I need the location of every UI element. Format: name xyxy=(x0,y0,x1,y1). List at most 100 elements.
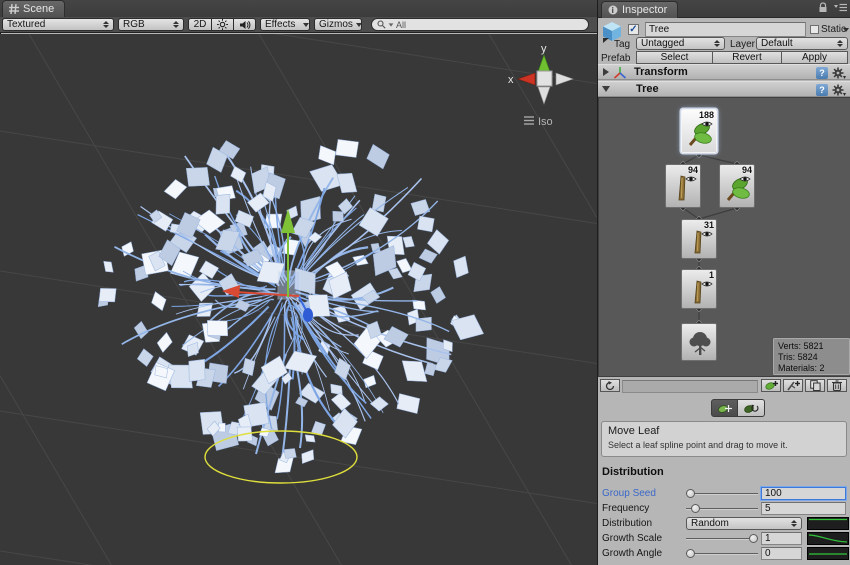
scene-viewport[interactable]: y x Iso xyxy=(0,34,597,565)
transform-component-header[interactable]: Transform ? xyxy=(598,64,850,80)
static-checkbox[interactable] xyxy=(810,25,819,34)
layer-dropdown[interactable]: Default xyxy=(756,37,848,50)
tab-scene[interactable]: Scene xyxy=(2,0,65,17)
gear-icon[interactable] xyxy=(832,84,846,96)
add-branch-group-button[interactable] xyxy=(783,379,803,392)
tool-help-title: Move Leaf xyxy=(608,425,840,437)
tris-stat: Tris: 5824 xyxy=(778,352,849,363)
svg-text:i: i xyxy=(612,6,614,15)
tag-label: Tag xyxy=(614,39,630,50)
node-count-badge: 188 xyxy=(699,110,714,120)
prefab-label: Prefab xyxy=(601,53,630,64)
prefab-revert-button[interactable]: Revert xyxy=(712,51,782,64)
tab-inspector[interactable]: i Inspector xyxy=(601,1,678,18)
effects-dropdown[interactable]: Effects xyxy=(260,18,310,31)
gizmos-dropdown[interactable]: Gizmos xyxy=(314,18,362,31)
lock-icon[interactable] xyxy=(818,2,828,13)
tree-title: Tree xyxy=(636,83,659,95)
node-count-badge: 94 xyxy=(688,165,698,175)
toggle-2d-button[interactable]: 2D xyxy=(188,18,212,31)
growth-scale-slider[interactable] xyxy=(686,532,758,545)
frequency-label: Frequency xyxy=(602,503,649,514)
add-branch-icon xyxy=(787,380,800,391)
slider-handle[interactable] xyxy=(686,549,695,558)
refresh-button[interactable] xyxy=(600,379,620,392)
tree-node-root[interactable] xyxy=(681,323,717,361)
foldout-expanded-icon[interactable] xyxy=(602,86,610,92)
slider-handle[interactable] xyxy=(691,504,700,513)
help-icon[interactable]: ? xyxy=(816,84,828,96)
visibility-eye-icon[interactable] xyxy=(701,280,713,288)
right-axis-cone[interactable] xyxy=(556,73,573,85)
node-connectors xyxy=(599,98,850,376)
axis-y-label: y xyxy=(541,43,547,55)
projection-label[interactable]: Iso xyxy=(538,116,553,128)
gameobject-name-field[interactable]: Tree xyxy=(645,22,806,37)
growth-angle-label: Growth Angle xyxy=(602,548,662,559)
tree-node-branch-group[interactable]: 94 xyxy=(665,164,701,208)
node-count-badge: 94 xyxy=(742,165,752,175)
growth-scale-label: Growth Scale xyxy=(602,533,662,544)
growth-angle-field[interactable]: 0 xyxy=(761,547,802,560)
distribution-curve-preview[interactable] xyxy=(807,517,849,530)
slider-handle[interactable] xyxy=(686,489,695,498)
tree-node-branch-group[interactable]: 1 xyxy=(681,269,717,309)
iso-menu-icon xyxy=(524,117,534,124)
tree-node-branch-group[interactable]: 31 xyxy=(681,219,717,259)
materials-stat: Materials: 2 xyxy=(778,363,849,374)
visibility-eye-icon[interactable] xyxy=(739,175,751,183)
tree-node-leaf-group[interactable]: 188 xyxy=(681,109,717,153)
scene-toolbar: Textured RGB 2D xyxy=(0,17,597,33)
gear-icon[interactable] xyxy=(832,67,846,79)
mesh-stats-box: Verts: 5821 Tris: 5824 Materials: 2 xyxy=(773,338,850,375)
shading-mode-dropdown[interactable]: Textured xyxy=(2,18,114,31)
slider-handle[interactable] xyxy=(749,534,758,543)
tag-dropdown[interactable]: Untagged xyxy=(636,37,725,50)
verts-stat: Verts: 5821 xyxy=(778,341,849,352)
tree-root-icon xyxy=(686,328,714,358)
frequency-slider[interactable] xyxy=(686,502,758,515)
scene-search-input[interactable]: All xyxy=(371,18,589,31)
scene-lighting-button[interactable] xyxy=(212,18,234,31)
frequency-field[interactable]: 5 xyxy=(761,502,846,515)
visibility-eye-icon[interactable] xyxy=(701,120,713,128)
context-menu-icon[interactable] xyxy=(834,3,847,12)
group-seed-field[interactable]: 100 xyxy=(761,487,846,500)
visibility-eye-icon[interactable] xyxy=(685,175,697,183)
y-axis-cone[interactable] xyxy=(538,55,550,72)
growth-angle-curve-preview[interactable] xyxy=(807,547,849,560)
render-channels-dropdown[interactable]: RGB xyxy=(118,18,184,31)
rotate-leaf-icon xyxy=(743,402,759,415)
distribution-dropdown[interactable]: Random xyxy=(686,517,802,530)
foldout-collapsed-icon[interactable] xyxy=(603,68,609,76)
growth-scale-field[interactable]: 1 xyxy=(761,532,802,545)
tool-help-box: Move Leaf Select a leaf spline point and… xyxy=(601,421,847,457)
tree-component-header[interactable]: Tree ? xyxy=(598,81,850,97)
duplicate-node-button[interactable] xyxy=(805,379,825,392)
node-count-badge: 1 xyxy=(709,270,714,280)
view-cube[interactable] xyxy=(537,71,552,86)
inspector-tab-label: Inspector xyxy=(622,4,667,16)
tree-node-leaf-group[interactable]: 94 xyxy=(719,164,755,208)
duplicate-icon xyxy=(810,380,821,391)
view-orientation-gizmo[interactable]: y x Iso xyxy=(508,43,573,128)
tree-hierarchy-editor[interactable]: 188 94 xyxy=(598,97,850,377)
rotate-leaf-tool-button[interactable] xyxy=(738,399,765,417)
prefab-select-button[interactable]: Select xyxy=(636,51,713,64)
active-checkbox[interactable]: ✓ xyxy=(628,24,639,35)
growth-scale-curve-preview[interactable] xyxy=(807,532,849,545)
growth-angle-slider[interactable] xyxy=(686,547,758,560)
scene-audio-button[interactable] xyxy=(234,18,256,31)
help-icon[interactable]: ? xyxy=(816,67,828,79)
down-axis-cone[interactable] xyxy=(538,87,550,104)
static-dropdown-icon[interactable] xyxy=(843,28,849,32)
visibility-eye-icon[interactable] xyxy=(701,230,713,238)
delete-node-button[interactable] xyxy=(827,379,847,392)
x-axis-cone[interactable] xyxy=(518,73,535,85)
group-seed-slider[interactable] xyxy=(686,487,758,500)
prefab-apply-button[interactable]: Apply xyxy=(781,51,848,64)
search-filter-value: All xyxy=(396,20,406,30)
move-leaf-tool-button[interactable] xyxy=(711,399,738,417)
refresh-icon xyxy=(605,381,615,391)
add-leaf-group-button[interactable] xyxy=(761,379,781,392)
